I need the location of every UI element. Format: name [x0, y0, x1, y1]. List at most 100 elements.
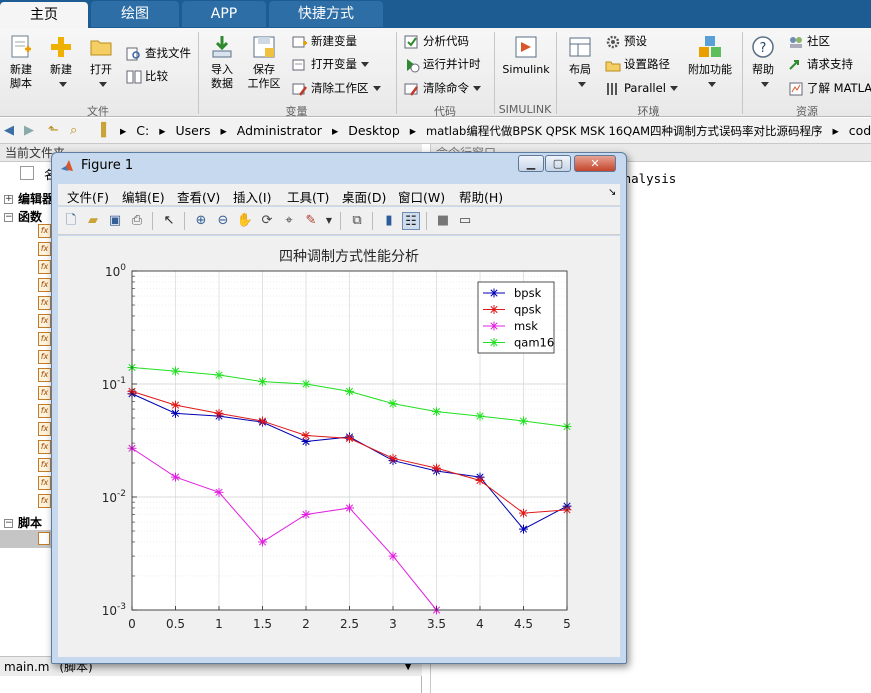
breadcrumb-segment[interactable]: matlab编程代做BPSK QPSK MSK 16QAM四种调制方式误码率对比… — [426, 124, 823, 138]
add-ons-button[interactable]: 附加功能 — [686, 34, 734, 91]
open-file-icon[interactable]: ▰ — [84, 212, 102, 230]
browse-folder-icon[interactable]: ⌕ — [70, 123, 77, 138]
function-file-icon[interactable]: fx — [38, 314, 51, 328]
layout-dropdown-icon[interactable] — [578, 81, 586, 87]
tab-apps[interactable]: APP — [182, 1, 266, 27]
help-button[interactable]: ? 帮助 — [747, 34, 779, 91]
new-dropdown-icon[interactable] — [59, 81, 67, 87]
new-figure-icon[interactable]: 🗋 — [62, 212, 80, 230]
back-arrow-icon[interactable]: ◀ — [4, 123, 14, 138]
function-file-icon[interactable]: fx — [38, 296, 51, 310]
zoom-out-icon[interactable]: ⊖ — [214, 212, 232, 230]
open-variable-dropdown-icon[interactable] — [361, 62, 369, 67]
menu-edit[interactable]: 编辑(E) — [122, 187, 165, 206]
clear-commands-button[interactable]: 清除命令 — [404, 78, 481, 98]
tab-home[interactable]: 主页 — [0, 2, 88, 28]
pan-hand-icon[interactable]: ✋ — [236, 212, 254, 230]
arrow-cursor-icon[interactable]: ↖ — [160, 212, 178, 230]
chart-legend[interactable]: bpsk qpsk msk qam16 — [477, 281, 555, 354]
collapse-icon[interactable]: − — [4, 519, 13, 528]
parallel-dropdown-icon[interactable] — [669, 86, 678, 91]
open-dropdown-icon[interactable] — [99, 81, 107, 87]
run-and-time-button[interactable]: 运行并计时 — [404, 54, 481, 74]
breadcrumb[interactable]: ▸ C: ▸ Users ▸ Administrator ▸ Desktop ▸… — [120, 122, 871, 140]
show-plot-tools-icon[interactable]: ▭ — [456, 212, 474, 230]
function-file-icon[interactable]: fx — [38, 440, 51, 454]
close-button[interactable]: ✕ — [574, 155, 616, 172]
brush-icon[interactable]: ✎ — [302, 212, 320, 230]
compare-button[interactable]: 比较 — [126, 66, 168, 86]
function-file-icon[interactable]: fx — [38, 332, 51, 346]
menu-view[interactable]: 查看(V) — [177, 187, 220, 206]
parallel-button[interactable]: Parallel — [605, 78, 678, 98]
figure-window[interactable]: Figure 1 ▁ ▢ ✕ 文件(F) 编辑(E) 查看(V) 插入(I) 工… — [51, 152, 627, 664]
request-support-button[interactable]: 请求支持 — [788, 54, 853, 74]
function-file-icon[interactable]: fx — [38, 422, 51, 436]
zoom-in-icon[interactable]: ⊕ — [192, 212, 210, 230]
link-plot-icon[interactable]: ⧉ — [348, 212, 366, 230]
tab-shortcuts[interactable]: 快捷方式 — [269, 1, 383, 27]
forward-arrow-icon[interactable]: ▶ — [24, 123, 34, 138]
open-button[interactable]: 打开 — [84, 34, 118, 91]
menu-window[interactable]: 窗口(W) — [398, 187, 445, 206]
breadcrumb-segment[interactable]: Desktop — [348, 123, 400, 138]
save-workspace-button[interactable]: 保存 工作区 — [244, 34, 284, 91]
new-script-button[interactable]: 新建 脚本 — [4, 34, 38, 91]
function-file-icon[interactable]: fx — [38, 458, 51, 472]
tree-section-editor[interactable]: + 编辑器 — [4, 190, 54, 207]
function-file-icon[interactable]: fx — [38, 386, 51, 400]
breadcrumb-segment[interactable]: Administrator — [237, 123, 322, 138]
new-variable-button[interactable]: 新建变量 — [292, 31, 357, 51]
print-icon[interactable]: ⎙ — [128, 212, 146, 230]
up-folder-icon[interactable]: ⬑ — [48, 123, 59, 138]
menu-file[interactable]: 文件(F) — [67, 187, 109, 206]
tab-plots[interactable]: 绘图 — [91, 1, 179, 27]
colorbar-icon[interactable]: ▮ — [380, 212, 398, 230]
menu-tools[interactable]: 工具(T) — [287, 187, 329, 206]
layout-button[interactable]: 布局 — [562, 34, 598, 91]
breadcrumb-segment[interactable]: Users — [175, 123, 210, 138]
menu-insert[interactable]: 插入(I) — [233, 187, 271, 206]
menu-desktop[interactable]: 桌面(D) — [342, 187, 386, 206]
open-variable-button[interactable]: 打开变量 — [292, 54, 369, 74]
community-button[interactable]: 社区 — [788, 31, 830, 51]
clear-workspace-button[interactable]: 清除工作区 — [292, 78, 381, 98]
function-file-icon[interactable]: fx — [38, 350, 51, 364]
function-file-icon[interactable]: fx — [38, 242, 51, 256]
preferences-button[interactable]: 预设 — [605, 31, 647, 51]
clear-commands-dropdown-icon[interactable] — [473, 86, 481, 91]
legend-icon[interactable]: ☷ — [402, 212, 420, 230]
hide-plot-tools-icon[interactable]: ■ — [434, 212, 452, 230]
clear-workspace-dropdown-icon[interactable] — [372, 86, 381, 91]
analyze-code-button[interactable]: 分析代码 — [404, 31, 469, 51]
function-file-icon[interactable]: fx — [38, 278, 51, 292]
function-file-icon[interactable]: fx — [38, 368, 51, 382]
breadcrumb-segment[interactable]: C: — [136, 123, 149, 138]
function-file-icon[interactable]: fx — [38, 224, 51, 238]
find-files-button[interactable]: 查找文件 — [126, 43, 191, 63]
new-button[interactable]: 新建 — [44, 34, 78, 91]
help-dropdown-icon[interactable] — [761, 81, 769, 87]
breadcrumb-segment[interactable]: code — [849, 123, 871, 138]
tree-section-functions[interactable]: − 函数 — [4, 208, 42, 225]
function-file-icon[interactable]: fx — [38, 404, 51, 418]
simulink-button[interactable]: Simulink — [500, 34, 552, 77]
function-file-icon[interactable]: fx — [38, 260, 51, 274]
collapse-icon[interactable]: − — [4, 213, 13, 222]
figure-canvas[interactable]: 0 0.5 1 1.5 2 2.5 3 3.5 4 4.5 5 100 10-1 10-2 10-3 四种调… — [58, 236, 620, 657]
dock-arrow-icon[interactable]: ↘ — [608, 187, 616, 198]
ber-chart[interactable]: 0 0.5 1 1.5 2 2.5 3 3.5 4 4.5 5 100 10-1 10-2 10-3 四种调… — [58, 236, 620, 657]
brush-dropdown-icon[interactable]: ▼ — [320, 212, 338, 230]
rotate-3d-icon[interactable]: ⟳ — [258, 212, 276, 230]
import-data-button[interactable]: 导入 数据 — [204, 34, 240, 91]
minimize-button[interactable]: ▁ — [518, 155, 544, 172]
tree-section-scripts[interactable]: − 脚本 — [4, 514, 42, 531]
function-file-icon[interactable]: fx — [38, 494, 51, 508]
function-file-icon[interactable]: fx — [38, 476, 51, 490]
learn-matlab-button[interactable]: 了解 MATLAB — [788, 78, 871, 98]
add-ons-dropdown-icon[interactable] — [708, 81, 716, 87]
menu-help[interactable]: 帮助(H) — [459, 187, 503, 206]
data-cursor-icon[interactable]: ⌖ — [280, 212, 298, 230]
save-icon[interactable]: ▣ — [106, 212, 124, 230]
expand-icon[interactable]: + — [4, 195, 13, 204]
